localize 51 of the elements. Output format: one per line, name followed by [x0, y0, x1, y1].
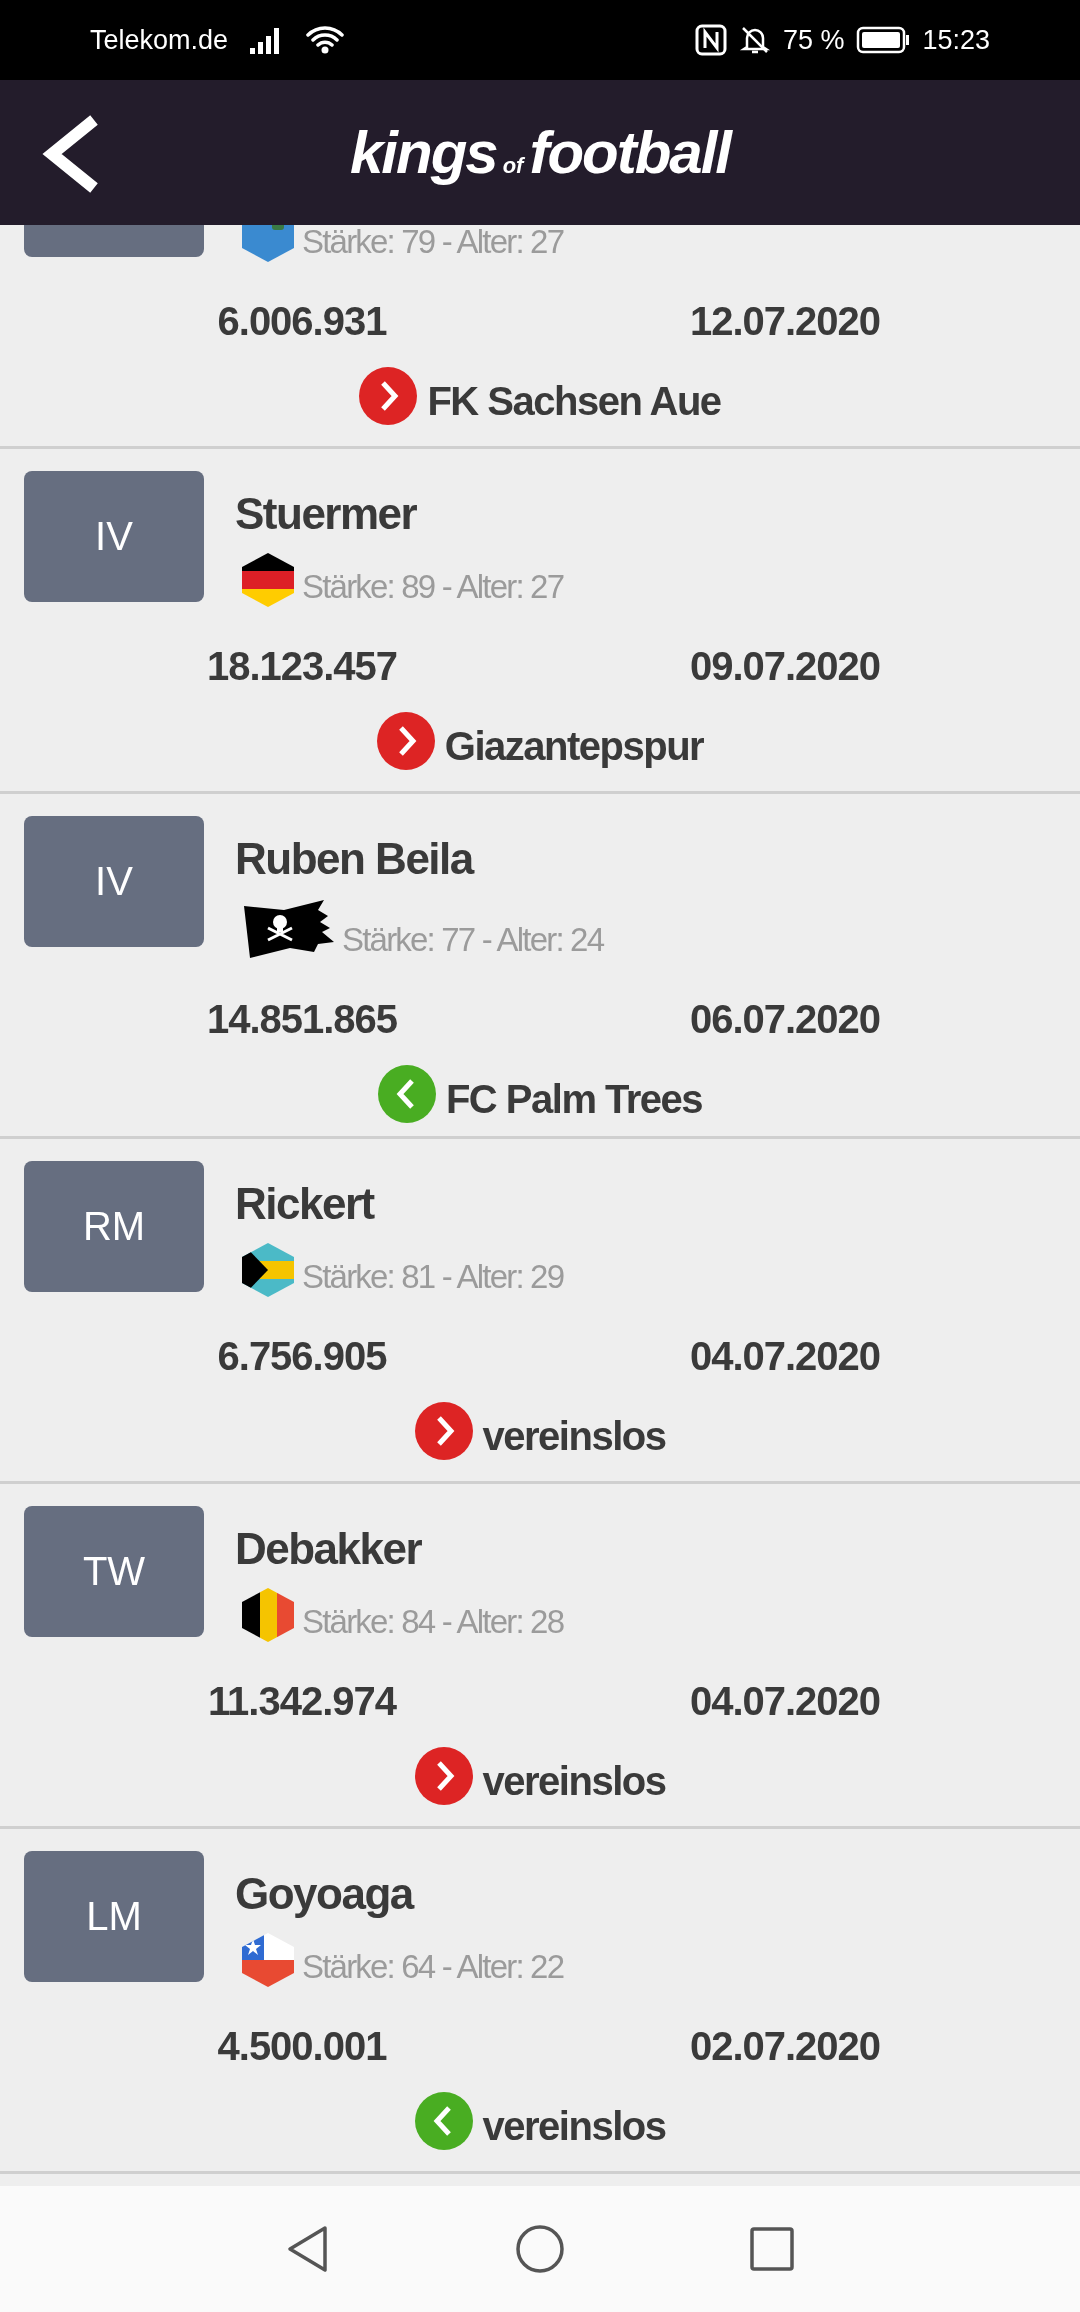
position-badge: TW — [24, 1506, 204, 1637]
club-name: FK Sachsen Aue — [427, 378, 721, 425]
club-name: FC Palm Trees — [445, 1076, 703, 1123]
flag-icon — [242, 1588, 294, 1642]
transfer-fee: 18.123.457 — [205, 643, 399, 690]
nfc-icon — [694, 24, 727, 56]
logo-text: football — [529, 118, 731, 187]
battery-icon — [856, 26, 911, 54]
club-name: vereinslos — [482, 1758, 666, 1805]
player-name: Stuermer — [235, 488, 418, 540]
pirate-flag-icon — [242, 898, 334, 960]
logo-text: kings — [349, 118, 497, 187]
clock-time: 15:23 — [922, 24, 990, 56]
player-name: Rickert — [235, 1178, 376, 1230]
position-badge: IV — [24, 471, 204, 602]
muted-bell-icon — [738, 24, 771, 56]
position-badge: IV — [24, 816, 204, 947]
transfer-date: 09.07.2020 — [688, 643, 882, 690]
transfer-fee: 6.006.931 — [216, 298, 388, 345]
flag-icon — [242, 553, 294, 607]
player-stats: Stärke: 89 - Alter: 27 — [302, 567, 564, 607]
player-name: Goyoaga — [235, 1868, 415, 1920]
battery-percent: 75 % — [782, 24, 845, 56]
player-stats: Stärke: 84 - Alter: 28 — [302, 1602, 564, 1642]
position-badge: RM — [24, 1161, 204, 1292]
player-stats: Stärke: 77 - Alter: 24 — [342, 920, 604, 960]
transfer-date: 02.07.2020 — [688, 2023, 882, 2070]
carrier-name: Telekom.de — [90, 24, 229, 56]
transfer-fee: 6.756.905 — [216, 1333, 388, 1380]
player-stats: Stärke: 64 - Alter: 22 — [302, 1947, 564, 1987]
transfer-date: 04.07.2020 — [688, 1333, 882, 1380]
club-name: vereinslos — [482, 2103, 666, 2150]
wifi-icon — [306, 25, 345, 55]
club-name: vereinslos — [482, 1413, 666, 1460]
transfer-date: 06.07.2020 — [688, 996, 882, 1043]
player-name: Debakker — [235, 1523, 423, 1575]
flag-icon — [242, 1243, 294, 1297]
recents-nav-icon[interactable] — [749, 2226, 795, 2272]
player-stats: Stärke: 81 - Alter: 29 — [302, 1257, 564, 1297]
home-nav-icon[interactable] — [515, 2224, 565, 2274]
position-badge: LM — [24, 1851, 204, 1982]
transfer-fee: 14.851.865 — [205, 996, 399, 1043]
transfer-date: 12.07.2020 — [688, 298, 882, 345]
player-stats: Stärke: 79 - Alter: 27 — [302, 225, 564, 262]
logo-text: of — [502, 153, 524, 179]
club-name: Giazantepspur — [444, 723, 704, 770]
flag-icon — [242, 1933, 294, 1987]
transfer-fee: 11.342.974 — [207, 1678, 398, 1725]
player-name: Ruben Beila — [235, 833, 475, 885]
transfer-date: 04.07.2020 — [688, 1678, 882, 1725]
transfer-fee: 4.500.001 — [216, 2023, 388, 2070]
